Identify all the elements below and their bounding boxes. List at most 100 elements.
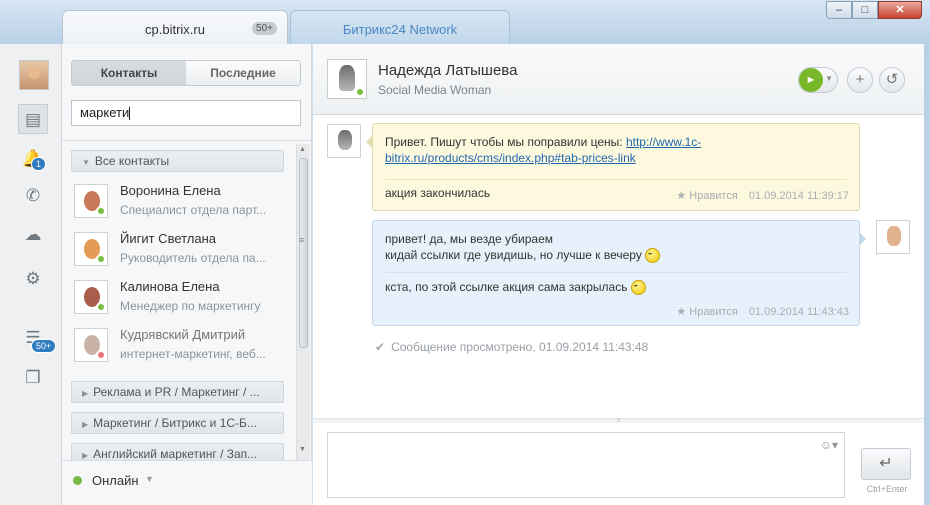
add-user-button[interactable]: +: [847, 67, 873, 93]
lists-count: 50+: [31, 339, 57, 353]
contact-position: интернет-маркетинг, веб...: [120, 347, 266, 361]
divider: [385, 272, 847, 273]
text-caret: [129, 107, 131, 121]
contacts-panel: Контакты Последние маркети ▼ Все контакты…: [62, 44, 312, 505]
send-hint: Ctrl+Enter: [866, 484, 908, 494]
send-button[interactable]: ↵: [861, 448, 911, 480]
contacts-tabs: Контакты Последние: [71, 60, 301, 86]
message-text-part: Привет. Пишут чтобы мы поправили цены:: [385, 135, 626, 149]
chevron-down-icon: ▼: [825, 74, 833, 83]
avatar[interactable]: [327, 59, 367, 99]
message-text-2: акция закончилась: [385, 186, 491, 200]
like-button[interactable]: ★ Нравится: [676, 306, 737, 318]
disk-icon[interactable]: ☁: [22, 224, 44, 246]
tab-recent[interactable]: Последние: [186, 61, 300, 85]
contact-name: Воронина Елена: [120, 183, 221, 198]
read-receipt: ✔ Сообщение просмотрено, 01.09.2014 11:43…: [375, 340, 648, 354]
tab-bitrix24-network[interactable]: Битрикс24 Network: [290, 10, 510, 44]
outgoing-message: привет! да, мы везде убираем кидай ссылк…: [372, 220, 866, 326]
tab-cp-bitrix[interactable]: cp.bitrix.ru 50+: [62, 10, 288, 44]
contact-item[interactable]: Кудрявский Дмитрий интернет-маркетинг, в…: [72, 324, 287, 368]
tab-badge: 50+: [252, 22, 277, 35]
resize-handle[interactable]: ≡: [313, 418, 924, 424]
online-status-dot: [96, 302, 106, 312]
group-item[interactable]: ▶ Реклама и PR / Маркетинг / ...: [71, 381, 284, 403]
offline-status-dot: [96, 350, 106, 360]
contact-position: Руководитель отдела па...: [120, 251, 266, 265]
emoji-icon[interactable]: ☺▾: [820, 438, 838, 452]
scroll-up-icon[interactable]: ▲: [299, 146, 306, 153]
contact-list: ▼ Все контакты Воронина Елена Специалист …: [62, 140, 312, 461]
contact-position: Специалист отдела парт...: [120, 203, 267, 217]
chevron-right-icon: ▶: [82, 420, 89, 429]
scrollbar-thumb[interactable]: [299, 158, 308, 348]
message-line: кидай ссылки где увидишь, но лучше к веч…: [385, 248, 642, 262]
maximize-button[interactable]: □: [852, 1, 878, 19]
contact-name: Калинова Елена: [120, 279, 220, 294]
scroll-down-icon[interactable]: ▼: [299, 446, 306, 453]
divider: [385, 179, 847, 180]
chat-panel: Надежда Латышева Social Media Woman ► ▼ …: [313, 44, 924, 505]
chat-partner-name[interactable]: Надежда Латышева: [378, 62, 517, 79]
avatar: [74, 184, 108, 218]
contact-item[interactable]: Йигит Светлана Руководитель отдела па...: [72, 228, 287, 272]
group-all-contacts[interactable]: ▼ Все контакты: [71, 150, 284, 172]
tab-title: Битрикс24 Network: [342, 22, 458, 37]
message-text-2: кста, по этой ссылке акция сама закрылас…: [385, 279, 646, 296]
search-input[interactable]: маркети: [71, 100, 301, 126]
grip-icon: ≡: [299, 235, 305, 245]
window-titlebar: cp.bitrix.ru 50+ Битрикс24 Network – □ ✕: [0, 0, 930, 44]
chevron-right-icon: ▶: [82, 389, 89, 398]
close-button[interactable]: ✕: [878, 1, 922, 19]
online-status-dot: [96, 206, 106, 216]
search-value: маркети: [80, 105, 130, 120]
message-line: кста, по этой ссылке акция сама закрылас…: [385, 280, 628, 294]
my-avatar[interactable]: [19, 60, 49, 90]
smile-emoji-icon: [630, 279, 646, 296]
tab-contacts[interactable]: Контакты: [72, 61, 186, 85]
window-controls: – □ ✕: [826, 1, 922, 19]
message-time: 01.09.2014 11:43:43: [748, 306, 849, 318]
avatar: [74, 232, 108, 266]
like-button[interactable]: ★ Нравится: [676, 190, 737, 202]
group-item[interactable]: ▶ Маркетинг / Битрикс и 1С-Б...: [71, 412, 284, 434]
video-camera-icon: ►: [799, 68, 823, 92]
phone-icon[interactable]: ✆: [22, 185, 44, 207]
history-button[interactable]: ↺: [879, 67, 905, 93]
group-label: Все контакты: [94, 154, 170, 168]
contact-item[interactable]: Воронина Елена Специалист отдела парт...: [72, 180, 287, 224]
window-border: [924, 44, 930, 505]
minimize-button[interactable]: –: [826, 1, 852, 19]
message-meta: ★ Нравится 01.09.2014 11:43:43: [676, 304, 849, 320]
avatar: [74, 328, 108, 362]
checkmark-icon: ✔: [375, 340, 386, 354]
contacts-scrollbar[interactable]: ▲ ≡ ▼: [296, 144, 310, 460]
message-link[interactable]: http://www.1c-: [626, 135, 701, 149]
contact-position: Менеджер по маркетингу: [120, 299, 261, 313]
gear-icon[interactable]: ⚙: [22, 268, 44, 290]
group-item[interactable]: ▶ Английский маркетинг / Зап...: [71, 443, 284, 461]
avatar: [327, 124, 361, 158]
status-label: Онлайн: [92, 473, 139, 488]
bookmark-icon[interactable]: ❐: [22, 367, 44, 389]
message-input[interactable]: ☺▾: [327, 432, 845, 498]
status-selector[interactable]: Онлайн ▼: [62, 460, 312, 505]
contact-item[interactable]: Калинова Елена Менеджер по маркетингу: [72, 276, 287, 320]
group-label: Маркетинг / Битрикс и 1С-Б...: [93, 416, 257, 430]
message-list: Привет. Пишут чтобы мы поправили цены: h…: [313, 116, 924, 418]
chat-icon[interactable]: ▤: [18, 104, 48, 134]
video-call-button[interactable]: ► ▼: [798, 67, 838, 93]
chat-partner-role: Social Media Woman: [378, 83, 492, 97]
status-dot: [73, 476, 82, 485]
incoming-message: Привет. Пишут чтобы мы поправили цены: h…: [366, 123, 860, 211]
group-label: Реклама и PR / Маркетинг / ...: [93, 385, 260, 399]
notifications-count: 1: [31, 157, 47, 171]
chevron-right-icon: ▶: [82, 451, 89, 460]
chat-header: Надежда Латышева Social Media Woman ► ▼ …: [313, 44, 924, 115]
message-link-cont[interactable]: bitrix.ru/products/cms/index.php#tab-pri…: [385, 151, 636, 165]
like-label: Нравится: [689, 306, 738, 318]
message-meta: ★ Нравится 01.09.2014 11:39:17: [676, 188, 849, 204]
message-text: привет! да, мы везде убираем кидай ссылк…: [385, 231, 661, 264]
sidebar: ▤ 🔔 1 ✆ ☁ ⚙ ☰ 50+ ❐: [0, 44, 62, 505]
like-label: Нравится: [689, 190, 738, 202]
